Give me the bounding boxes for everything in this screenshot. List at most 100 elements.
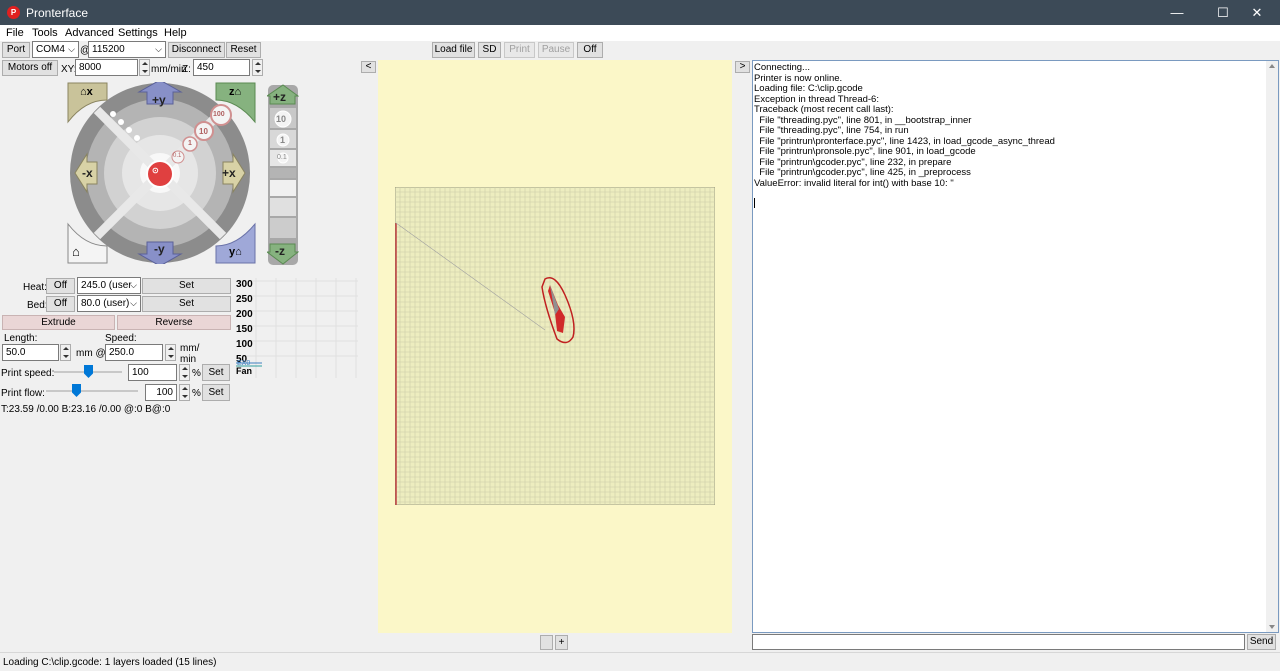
print-bed-grid[interactable] [395,187,715,505]
z-step-neg-1[interactable] [270,198,296,216]
menu-bar: File Tools Advanced Settings Help [0,25,1280,41]
speed-input[interactable]: 250.0 [105,344,163,361]
collapse-left-button[interactable]: < [361,61,376,73]
baud-select[interactable]: 115200 ⌵ [88,41,166,58]
console-scrollbar[interactable] [1266,61,1278,632]
z-spinner[interactable] [252,59,263,76]
app-icon: P [7,6,20,19]
home-y-label: y⌂ [229,246,242,258]
scroll-up-icon[interactable] [1269,64,1275,68]
zoom-plus-button[interactable]: + [555,635,568,650]
disconnect-button[interactable]: Disconnect [168,42,225,58]
home-icon: ⌂ [234,86,242,98]
minus-z-label: -z [275,244,285,258]
send-button[interactable]: Send [1247,634,1276,650]
home-x-text: x [86,86,93,98]
speed-label: Speed: [105,333,137,344]
center-xy-icon: ⊙ [152,166,159,175]
tick-label: 150 [236,324,253,335]
chevron-down-icon: ⌵ [68,44,75,54]
chevron-down-icon: ⌵ [130,280,137,290]
sd-button[interactable]: SD [478,42,501,58]
bed-set-button[interactable]: Set [142,296,231,312]
chevron-down-icon: ⌵ [130,298,137,308]
port-button[interactable]: Port [2,42,30,58]
bed-temp-select[interactable]: 80.0 (user) ⌵ [77,295,141,312]
plus-z-label: +z [273,90,287,104]
menu-settings[interactable]: Settings [118,27,158,39]
home-z-label: z⌂ [229,86,241,98]
console-line: Connecting... [754,62,810,73]
z-step-neg-10[interactable] [270,218,296,238]
xy-feedrate-input[interactable]: 8000 [75,59,138,76]
z-feedrate-input[interactable]: 450 [193,59,250,76]
dot-icon [118,119,124,125]
console-line: Traceback (most recent call last): [754,104,894,115]
home-all-label: ⌂ [72,244,80,259]
scroll-down-icon[interactable] [1269,625,1275,629]
print-flow-set-button[interactable]: Set [202,384,230,401]
reverse-button[interactable]: Reverse [117,315,231,330]
print-speed-pct: % [192,368,201,379]
baud-value: 115200 [92,44,125,55]
z-10-label: 10 [276,114,287,124]
console-line: File "printrun\pronsole.pyc", line 901, … [754,146,976,157]
speed-spinner[interactable] [165,344,176,361]
temperature-readout: T:23.59 /0.00 B:23.16 /0.00 @:0 B@:0 [1,404,171,415]
console-line: File "printrun\gcoder.pyc", line 425, in… [754,167,971,178]
print-flow-input[interactable]: 100 [145,384,177,401]
zoom-minus-button[interactable] [540,635,553,650]
collapse-right-button[interactable]: > [735,61,750,73]
print-speed-spinner[interactable] [179,364,190,381]
pause-button[interactable]: Pause [538,42,574,58]
menu-tools[interactable]: Tools [32,27,58,39]
minimize-button[interactable]: — [1154,0,1200,25]
close-button[interactable]: ✕ [1234,0,1280,25]
center-xy-button[interactable] [146,160,174,188]
menu-advanced[interactable]: Advanced [65,27,114,39]
console-log[interactable]: Connecting... Printer is now online. Loadi… [752,60,1279,633]
print-speed-input[interactable]: 100 [128,364,177,381]
step-10-label: 10 [199,127,208,136]
print-flow-spinner[interactable] [179,384,190,401]
heat-temp-value: 245.0 (user [81,280,132,291]
reset-button[interactable]: Reset [226,42,261,58]
z-jog-control[interactable] [267,84,299,266]
extrude-button[interactable]: Extrude [2,315,115,330]
print-flow-slider[interactable] [72,384,81,397]
print-flow-track[interactable] [46,390,138,392]
status-text: Loading C:\clip.gcode: 1 layers loaded (… [3,657,217,668]
xy-spinner[interactable] [139,59,150,76]
port-select[interactable]: COM4 ⌵ [32,41,79,58]
off-button[interactable]: Off [577,42,603,58]
length-spinner[interactable] [60,344,71,361]
print-speed-set-button[interactable]: Set [202,364,230,381]
heat-temp-select[interactable]: 245.0 (user ⌵ [77,277,141,294]
text-cursor [754,198,755,208]
dot-icon [126,127,132,133]
length-input[interactable]: 50.0 [2,344,59,361]
menu-file[interactable]: File [6,27,24,39]
z-center[interactable] [270,168,296,178]
print-button[interactable]: Print [504,42,535,58]
z-01-label: 0.1 [277,154,287,161]
tick-label: 300 [236,279,253,290]
heat-off-button[interactable]: Off [46,278,75,294]
console-lines: Connecting... Printer is now online. Loadi… [753,61,1278,189]
heat-set-button[interactable]: Set [142,278,231,294]
menu-help[interactable]: Help [164,27,187,39]
port-value: COM4 [36,44,65,55]
mm-at-label: mm @ [76,348,106,359]
home-x-label: ⌂x [80,86,93,98]
command-input[interactable] [752,634,1245,650]
print-speed-slider[interactable] [84,365,93,378]
motors-off-button[interactable]: Motors off [2,60,58,76]
speed-unit-1: mm/ [180,343,200,354]
bed-off-button[interactable]: Off [46,296,75,312]
z-step-neg-01[interactable] [270,180,296,196]
graph-fan-label: Fan [236,366,253,376]
minus-y-label: -y [154,242,165,256]
print-preview-canvas[interactable] [378,60,732,633]
step-01-label: 0.1 [173,153,182,159]
load-file-button[interactable]: Load file [432,42,475,58]
